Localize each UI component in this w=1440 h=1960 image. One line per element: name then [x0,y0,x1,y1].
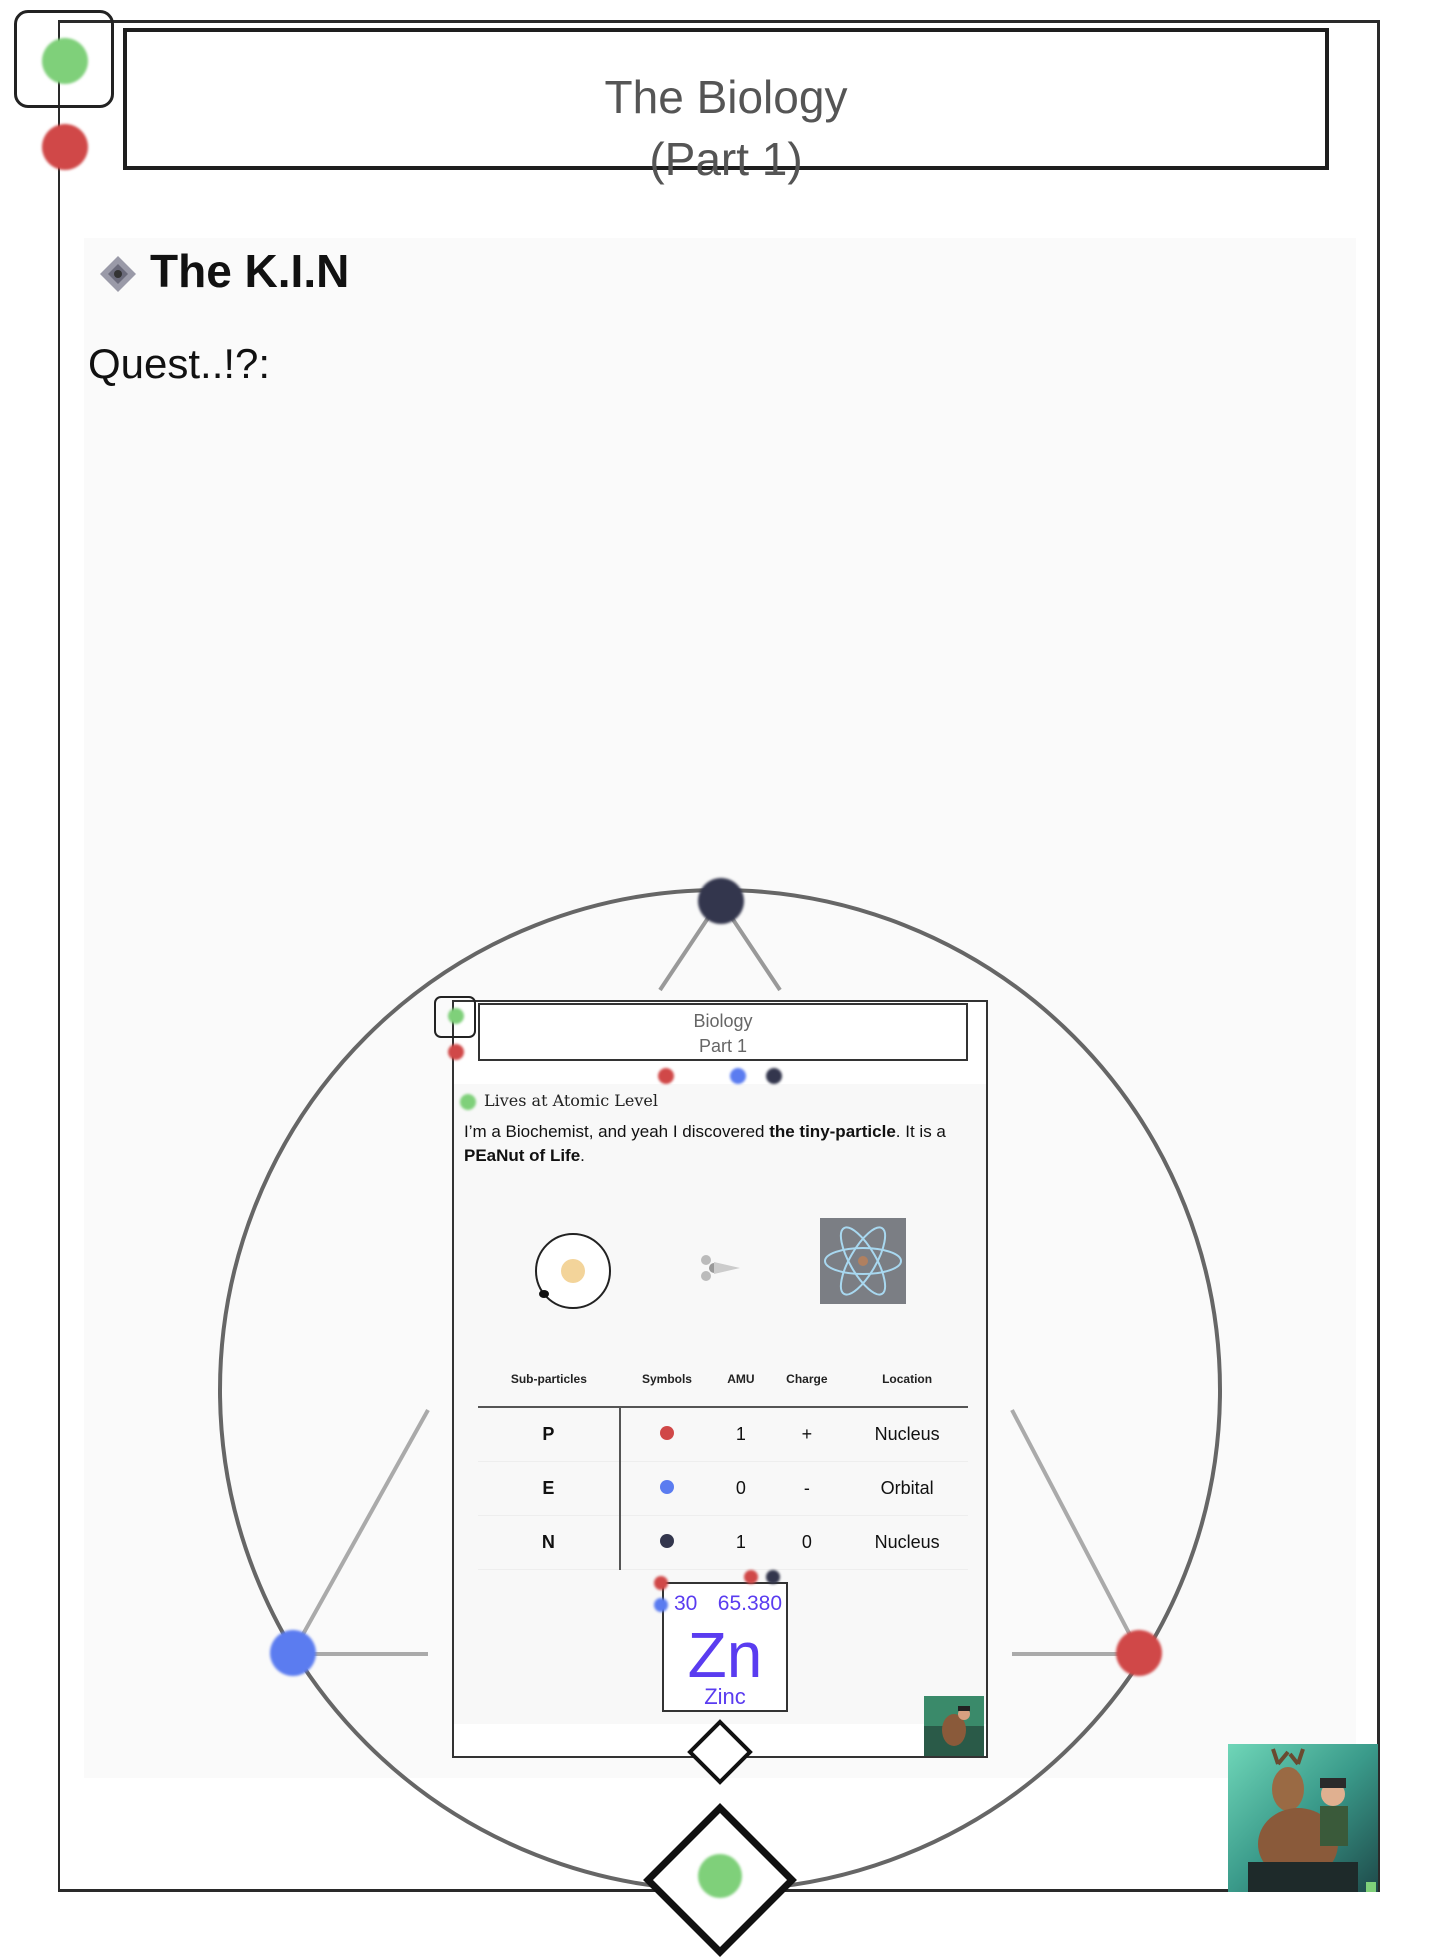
header-symbols: Symbols [619,1352,715,1408]
card-green-dot-icon [448,1008,464,1024]
symbol-cell [619,1461,715,1516]
atom-image-icon [820,1218,906,1304]
location-cell: Orbital [846,1461,968,1516]
arrow-icon [701,1255,740,1281]
charge-cell: + [767,1407,847,1462]
table-row: N 1 0 Nucleus [478,1515,968,1570]
amu-cell: 1 [714,1407,768,1462]
electron-node-icon [270,1630,316,1676]
card-title-box: Biology Part 1 [478,1003,968,1061]
card-top-blue-dot-icon [730,1068,746,1084]
proton-node-icon [1116,1630,1162,1676]
card-title: Biology [693,1011,753,1031]
header-charge: Charge [767,1352,847,1408]
deer-rider-avatar [924,1696,984,1756]
card-subtitle: Part 1 [698,1036,748,1056]
header-amu: AMU [714,1352,768,1408]
location-cell: Nucleus [846,1515,968,1570]
charge-cell: - [767,1461,847,1516]
card-top-dark-dot-icon [766,1068,782,1084]
card-red-dot-icon [448,1044,464,1060]
card-intro-text: I’m a Biochemist, and yeah I discovered … [464,1122,946,1165]
symbol-cell [619,1407,715,1462]
zn-dark-dot-icon [766,1570,780,1584]
card-heading-green-dot-icon [460,1094,476,1110]
table-header-row: Sub-particles Symbols AMU Charge Locatio… [478,1352,968,1408]
location-cell: Nucleus [846,1407,968,1462]
atom-orbit-icon [535,1233,611,1309]
table-row: P 1 + Nucleus [478,1407,968,1462]
amu-cell: 0 [714,1461,768,1516]
card-section-heading: Lives at Atomic Level [484,1091,658,1110]
electron-symbol-icon [660,1480,675,1494]
amu-cell: 1 [714,1515,768,1570]
particle-cell: N [478,1515,621,1570]
zn-blue-dot-icon [654,1598,668,1612]
proton-symbol-icon [660,1426,675,1440]
header-subparticles: Sub-particles [478,1352,620,1408]
green-node-icon [698,1854,742,1898]
charge-cell: 0 [767,1515,847,1570]
card-top-red-dot-icon [658,1068,674,1084]
zn-red-dot-2-icon [744,1570,758,1584]
small-diamond-icon [687,1719,753,1785]
element-name: Zinc [704,1684,746,1709]
atomic-mass: 65.380 [717,1592,782,1615]
zn-red-dot-icon [654,1576,668,1590]
neutron-symbol-icon [660,1534,675,1548]
element-symbol: Zn [687,1619,763,1691]
table-row: E 0 - Orbital [478,1461,968,1516]
subparticle-table: Sub-particles Symbols AMU Charge Locatio… [478,1352,968,1570]
deer-rider-image [1228,1744,1378,1892]
particle-cell: E [478,1461,621,1516]
zinc-element-tile: 30 65.380 Zn Zinc [662,1582,788,1712]
atomic-number: 30 [674,1592,698,1615]
symbol-cell [619,1515,715,1570]
header-location: Location [846,1352,968,1408]
neutron-node-icon [698,878,744,924]
particle-cell: P [478,1407,621,1462]
